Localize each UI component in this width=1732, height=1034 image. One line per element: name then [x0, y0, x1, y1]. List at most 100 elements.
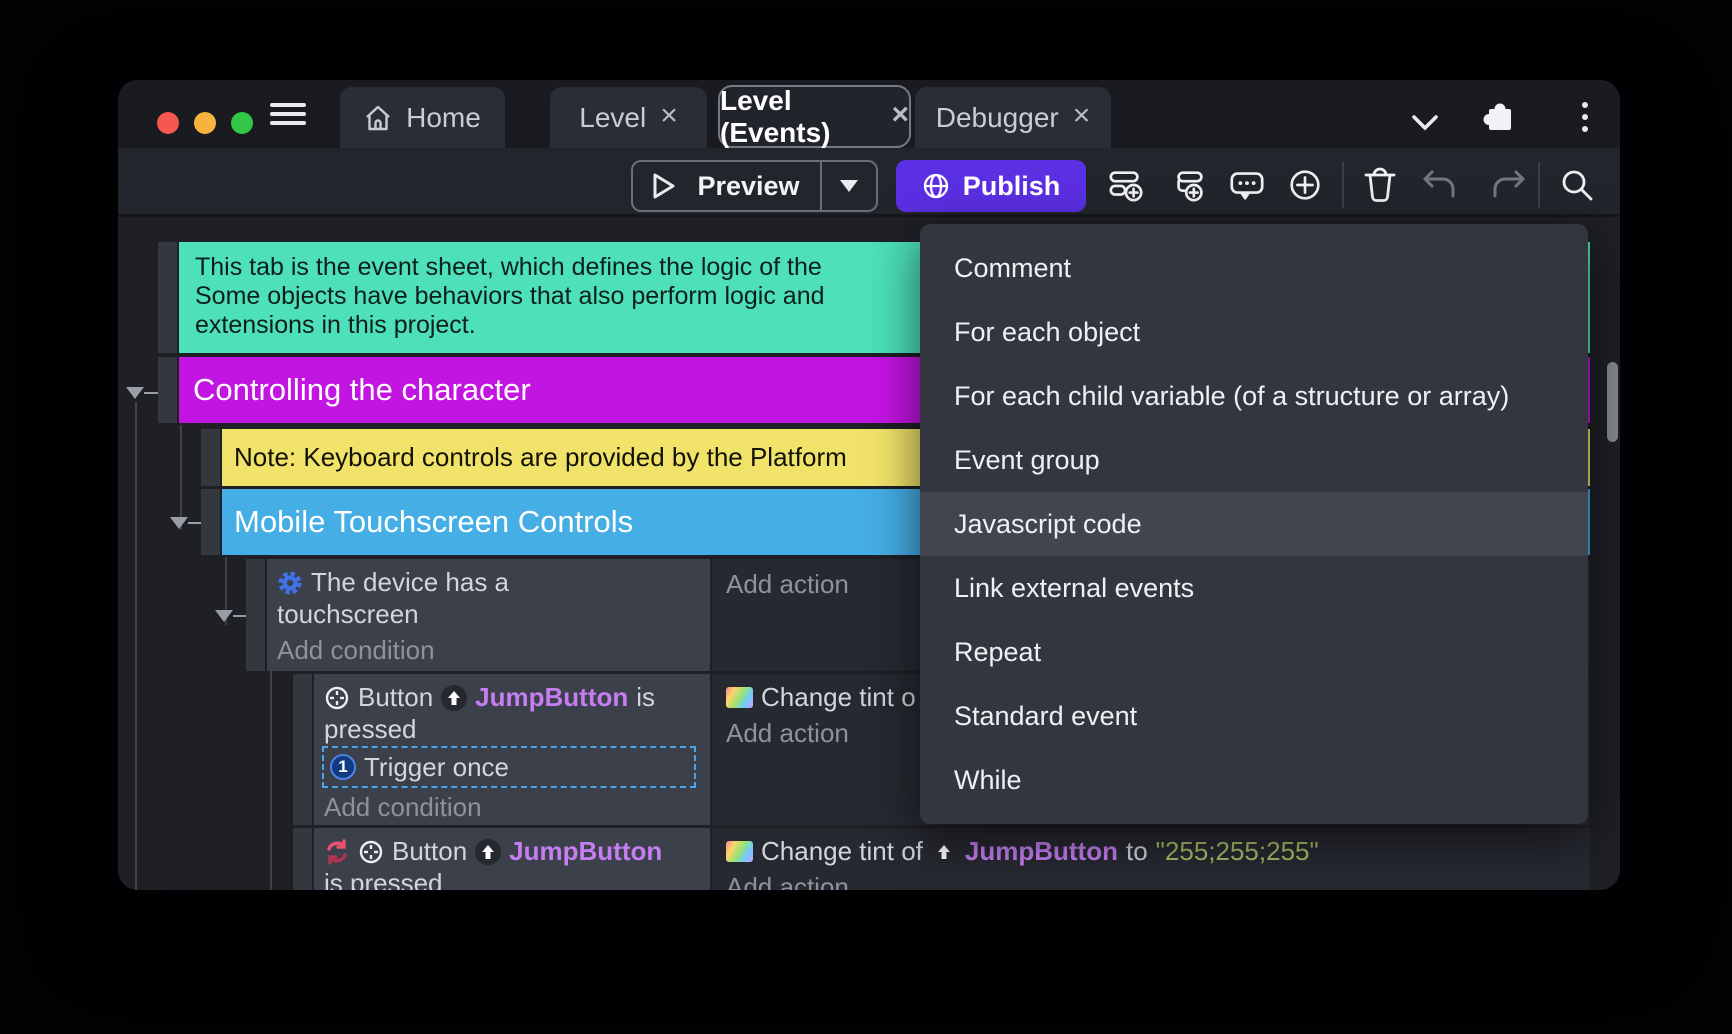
- scrollbar-thumb[interactable]: [1607, 362, 1618, 442]
- globe-icon: [922, 172, 950, 200]
- action-string-value: "255;255;255": [1156, 836, 1319, 867]
- condition-cell-jumpbutton-pressed[interactable]: Button JumpButton is pressed 1 Trigger o…: [314, 674, 710, 825]
- condition-text: is: [636, 682, 655, 713]
- toolbar-divider: [1342, 162, 1344, 208]
- add-subevent-icon[interactable]: [1171, 166, 1209, 204]
- tab-debugger-close-icon[interactable]: ×: [1073, 101, 1091, 131]
- play-icon: [651, 172, 677, 200]
- object-name: JumpButton: [509, 836, 662, 867]
- condition-text: Trigger once: [364, 752, 509, 783]
- object-name: JumpButton: [965, 836, 1118, 867]
- event-margin: [201, 429, 220, 486]
- gamepad-button-icon: [358, 839, 384, 865]
- home-icon: [364, 104, 392, 132]
- undo-icon[interactable]: [1421, 166, 1459, 204]
- preview-button[interactable]: Preview: [631, 160, 878, 212]
- caret-down-icon: [840, 180, 858, 192]
- menu-item-repeat[interactable]: Repeat: [920, 620, 1588, 684]
- tree-guide: [135, 402, 137, 890]
- tab-level-events-active[interactable]: Level (Events) ×: [718, 85, 911, 148]
- add-action-link[interactable]: Add action: [726, 718, 849, 749]
- condition-cell-jumpbutton-pressed-2[interactable]: Button JumpButton is pressed: [314, 828, 710, 890]
- system-gear-icon: [277, 570, 303, 596]
- chevron-down-icon[interactable]: [1406, 104, 1444, 142]
- menu-item-event-group[interactable]: Event group: [920, 428, 1588, 492]
- addons-puzzle-icon[interactable]: [1480, 96, 1518, 134]
- subgroup-title: Mobile Touchscreen Controls: [234, 504, 633, 540]
- tree-stub: [233, 615, 247, 617]
- condition-text: touchscreen: [277, 599, 419, 630]
- jumpbutton-object-icon: [931, 839, 957, 865]
- note-text: Note: Keyboard controls are provided by …: [234, 442, 847, 473]
- menu-item-standard-event[interactable]: Standard event: [920, 684, 1588, 748]
- condition-text: is pressed: [324, 868, 443, 890]
- tab-debugger-label: Debugger: [936, 102, 1059, 134]
- group-title: Controlling the character: [193, 372, 531, 408]
- condition-text: Button: [358, 682, 433, 713]
- event-margin: [293, 828, 312, 890]
- action-text: Change tint of: [761, 836, 923, 867]
- condition-text: The device has a: [311, 567, 509, 598]
- traffic-light-zoom[interactable]: [231, 112, 253, 134]
- selected-condition-trigger-once[interactable]: 1 Trigger once: [322, 746, 696, 788]
- collapse-arrow-icon[interactable]: [126, 387, 144, 399]
- tab-debugger[interactable]: Debugger ×: [915, 87, 1111, 148]
- menu-item-comment[interactable]: Comment: [920, 236, 1588, 300]
- condition-text: pressed: [324, 714, 417, 745]
- action-cell-change-tint-2[interactable]: Change tint of JumpButton to "255;255;25…: [712, 828, 1590, 890]
- event-margin: [158, 357, 177, 423]
- add-action-link[interactable]: Add action: [726, 569, 849, 600]
- menu-item-link-external-events[interactable]: Link external events: [920, 556, 1588, 620]
- action-text: to: [1126, 836, 1148, 867]
- menu-item-for-each-object[interactable]: For each object: [920, 300, 1588, 364]
- menu-item-javascript-code[interactable]: Javascript code: [920, 492, 1588, 556]
- tint-color-icon: [726, 687, 753, 708]
- tab-level-close-icon[interactable]: ×: [660, 101, 678, 131]
- tab-home-label: Home: [406, 102, 481, 134]
- redo-icon[interactable]: [1489, 166, 1527, 204]
- gamepad-button-icon: [324, 685, 350, 711]
- tab-level-label: Level: [579, 102, 646, 134]
- tree-guide: [180, 425, 182, 530]
- search-icon[interactable]: [1558, 166, 1596, 204]
- tab-level-events-close-icon[interactable]: ×: [891, 100, 909, 130]
- kebab-menu-icon[interactable]: [1566, 98, 1604, 136]
- event-margin: [293, 674, 312, 825]
- tab-bar: Home Level × Level (Events) × Debugger ×: [118, 80, 1620, 148]
- add-event-context-menu: Comment For each object For each child v…: [920, 224, 1588, 824]
- add-object-plus-icon[interactable]: [1286, 166, 1324, 204]
- add-condition-link[interactable]: Add condition: [277, 635, 435, 666]
- add-comment-icon[interactable]: [1228, 166, 1266, 204]
- preview-dropdown-button[interactable]: [820, 162, 876, 210]
- publish-label: Publish: [963, 171, 1061, 202]
- tint-color-icon: [726, 841, 753, 862]
- delete-trash-icon[interactable]: [1361, 166, 1399, 204]
- tab-level[interactable]: Level ×: [550, 87, 707, 148]
- traffic-light-minimize[interactable]: [194, 112, 216, 134]
- add-action-link[interactable]: Add action: [726, 872, 849, 890]
- preview-label: Preview: [677, 171, 820, 202]
- traffic-light-close[interactable]: [157, 112, 179, 134]
- main-menu-hamburger-icon[interactable]: [268, 97, 308, 131]
- tab-home[interactable]: Home: [340, 87, 505, 148]
- event-margin: [201, 489, 220, 555]
- desktop-background: Home Level × Level (Events) × Debugger ×: [0, 0, 1732, 1034]
- condition-cell-device-touchscreen[interactable]: The device has a touchscreen Add conditi…: [267, 559, 710, 671]
- jumpbutton-object-icon: [441, 685, 467, 711]
- add-event-icon[interactable]: [1107, 166, 1145, 204]
- toolbar-divider-2: [1538, 162, 1540, 208]
- trigger-once-icon: 1: [330, 754, 356, 780]
- menu-item-while[interactable]: While: [920, 748, 1588, 812]
- condition-text: Button: [392, 836, 467, 867]
- collapse-arrow-icon[interactable]: [215, 610, 233, 622]
- menu-item-for-each-child-variable[interactable]: For each child variable (of a structure …: [920, 364, 1588, 428]
- tree-stub: [188, 522, 202, 524]
- publish-button[interactable]: Publish: [896, 160, 1086, 212]
- event-margin: [246, 559, 265, 671]
- event-margin: [158, 242, 177, 353]
- tree-stub: [144, 392, 158, 394]
- add-condition-link[interactable]: Add condition: [324, 792, 482, 823]
- object-name: JumpButton: [475, 682, 628, 713]
- collapse-arrow-icon[interactable]: [170, 517, 188, 529]
- app-window: Home Level × Level (Events) × Debugger ×: [118, 80, 1620, 890]
